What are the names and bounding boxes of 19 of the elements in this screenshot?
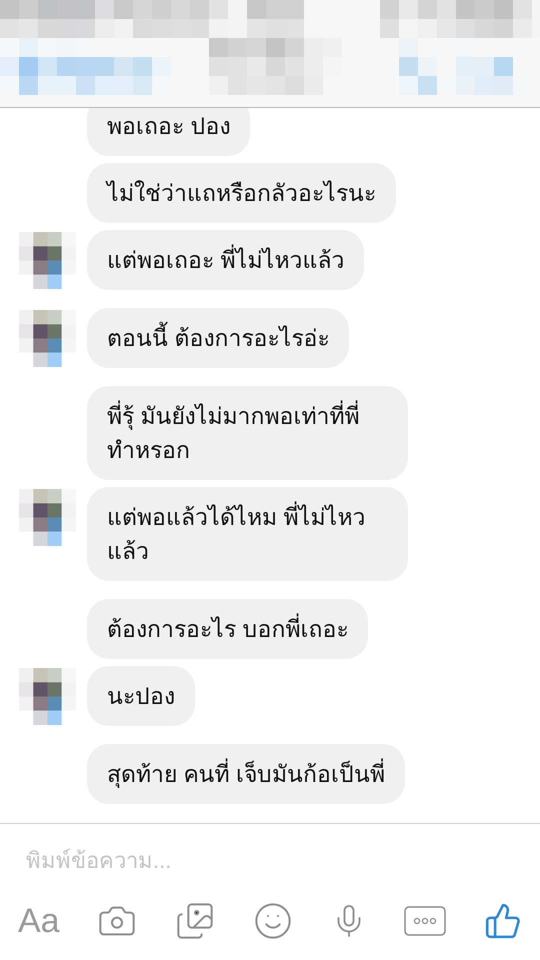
photos-icon[interactable]: [175, 901, 216, 941]
more-icon[interactable]: [404, 906, 446, 936]
message-input[interactable]: พิมพ์ข้อความ...: [26, 844, 514, 878]
message-bubble: แต่พอแล้วได้ไหม พี่ไม่ไหว แล้ว: [87, 487, 408, 581]
pixelated-avatar-drawing: [19, 232, 76, 289]
message-bubble: พอเถอะ ปอง: [87, 108, 250, 156]
message-bubble: ตอนนี้ ต้องการอะไรอ่ะ: [87, 308, 350, 368]
pixelated-avatar-drawing: [19, 489, 76, 546]
emoji-icon[interactable]: [252, 901, 293, 941]
text-format-button[interactable]: Aa: [18, 904, 60, 938]
message-bubble: แต่พอเถอะ พี่ไม่ไหวแล้ว: [87, 230, 364, 290]
message-bubble: สุดท้าย คนที่ เจ็บมันก้อเป็นพี่: [87, 744, 405, 804]
pixelated-avatar-drawing: [19, 310, 76, 367]
thumbs-up-icon[interactable]: [484, 902, 522, 940]
message-bubble: ไม่ใช่ว่าแถหรือกลัวอะไรนะ: [87, 163, 396, 223]
message-bubble: พี่รุ้ มันยังไม่มากพอเท่าที่พี่ ทำหรอก: [87, 386, 408, 480]
message-bubble: ต้องการอะไร บอกพี่เถอะ: [87, 599, 368, 659]
pixelated-avatar-drawing: [19, 668, 76, 725]
message-bubble: นะปอง: [87, 666, 195, 726]
